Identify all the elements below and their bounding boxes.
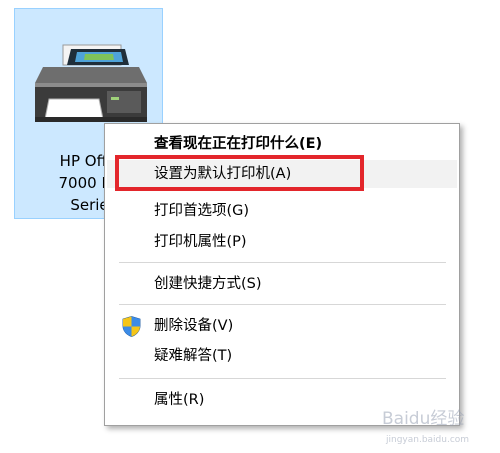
highlight-annotation-box xyxy=(115,155,364,191)
menu-item-printer-properties[interactable]: 打印机属性(P) xyxy=(107,228,457,256)
desktop: HP Offic 7000 E8 Serie 查看现在正在打印什么(E) 设置为… xyxy=(0,0,500,453)
menu-item-printing-preferences[interactable]: 打印首选项(G) xyxy=(107,197,457,225)
menu-item-label: 打印机属性(P) xyxy=(154,234,247,250)
menu-item-label: 创建快捷方式(S) xyxy=(154,276,262,292)
baidu-watermark: Baidu经验 jingyan.baidu.com xyxy=(382,409,469,445)
menu-separator xyxy=(119,304,446,305)
menu-item-label: 打印首选项(G) xyxy=(154,203,250,219)
menu-item-see-whats-printing[interactable]: 查看现在正在打印什么(E) xyxy=(107,130,457,158)
menu-separator xyxy=(119,378,446,379)
menu-item-create-shortcut[interactable]: 创建快捷方式(S) xyxy=(107,270,457,298)
menu-item-label: 属性(R) xyxy=(154,392,205,408)
menu-item-label: 查看现在正在打印什么(E) xyxy=(154,136,323,152)
uac-shield-icon xyxy=(122,316,141,337)
watermark-text: Baidu经验 xyxy=(382,409,464,429)
menu-item-remove-device[interactable]: 删除设备(V) xyxy=(107,312,457,340)
printer-icon xyxy=(35,44,147,122)
watermark-subtext: jingyan.baidu.com xyxy=(385,435,469,445)
menu-separator xyxy=(119,262,446,263)
menu-item-label: 疑难解答(T) xyxy=(154,348,233,364)
menu-item-troubleshoot[interactable]: 疑难解答(T) xyxy=(107,342,457,370)
menu-item-label: 删除设备(V) xyxy=(154,318,234,334)
